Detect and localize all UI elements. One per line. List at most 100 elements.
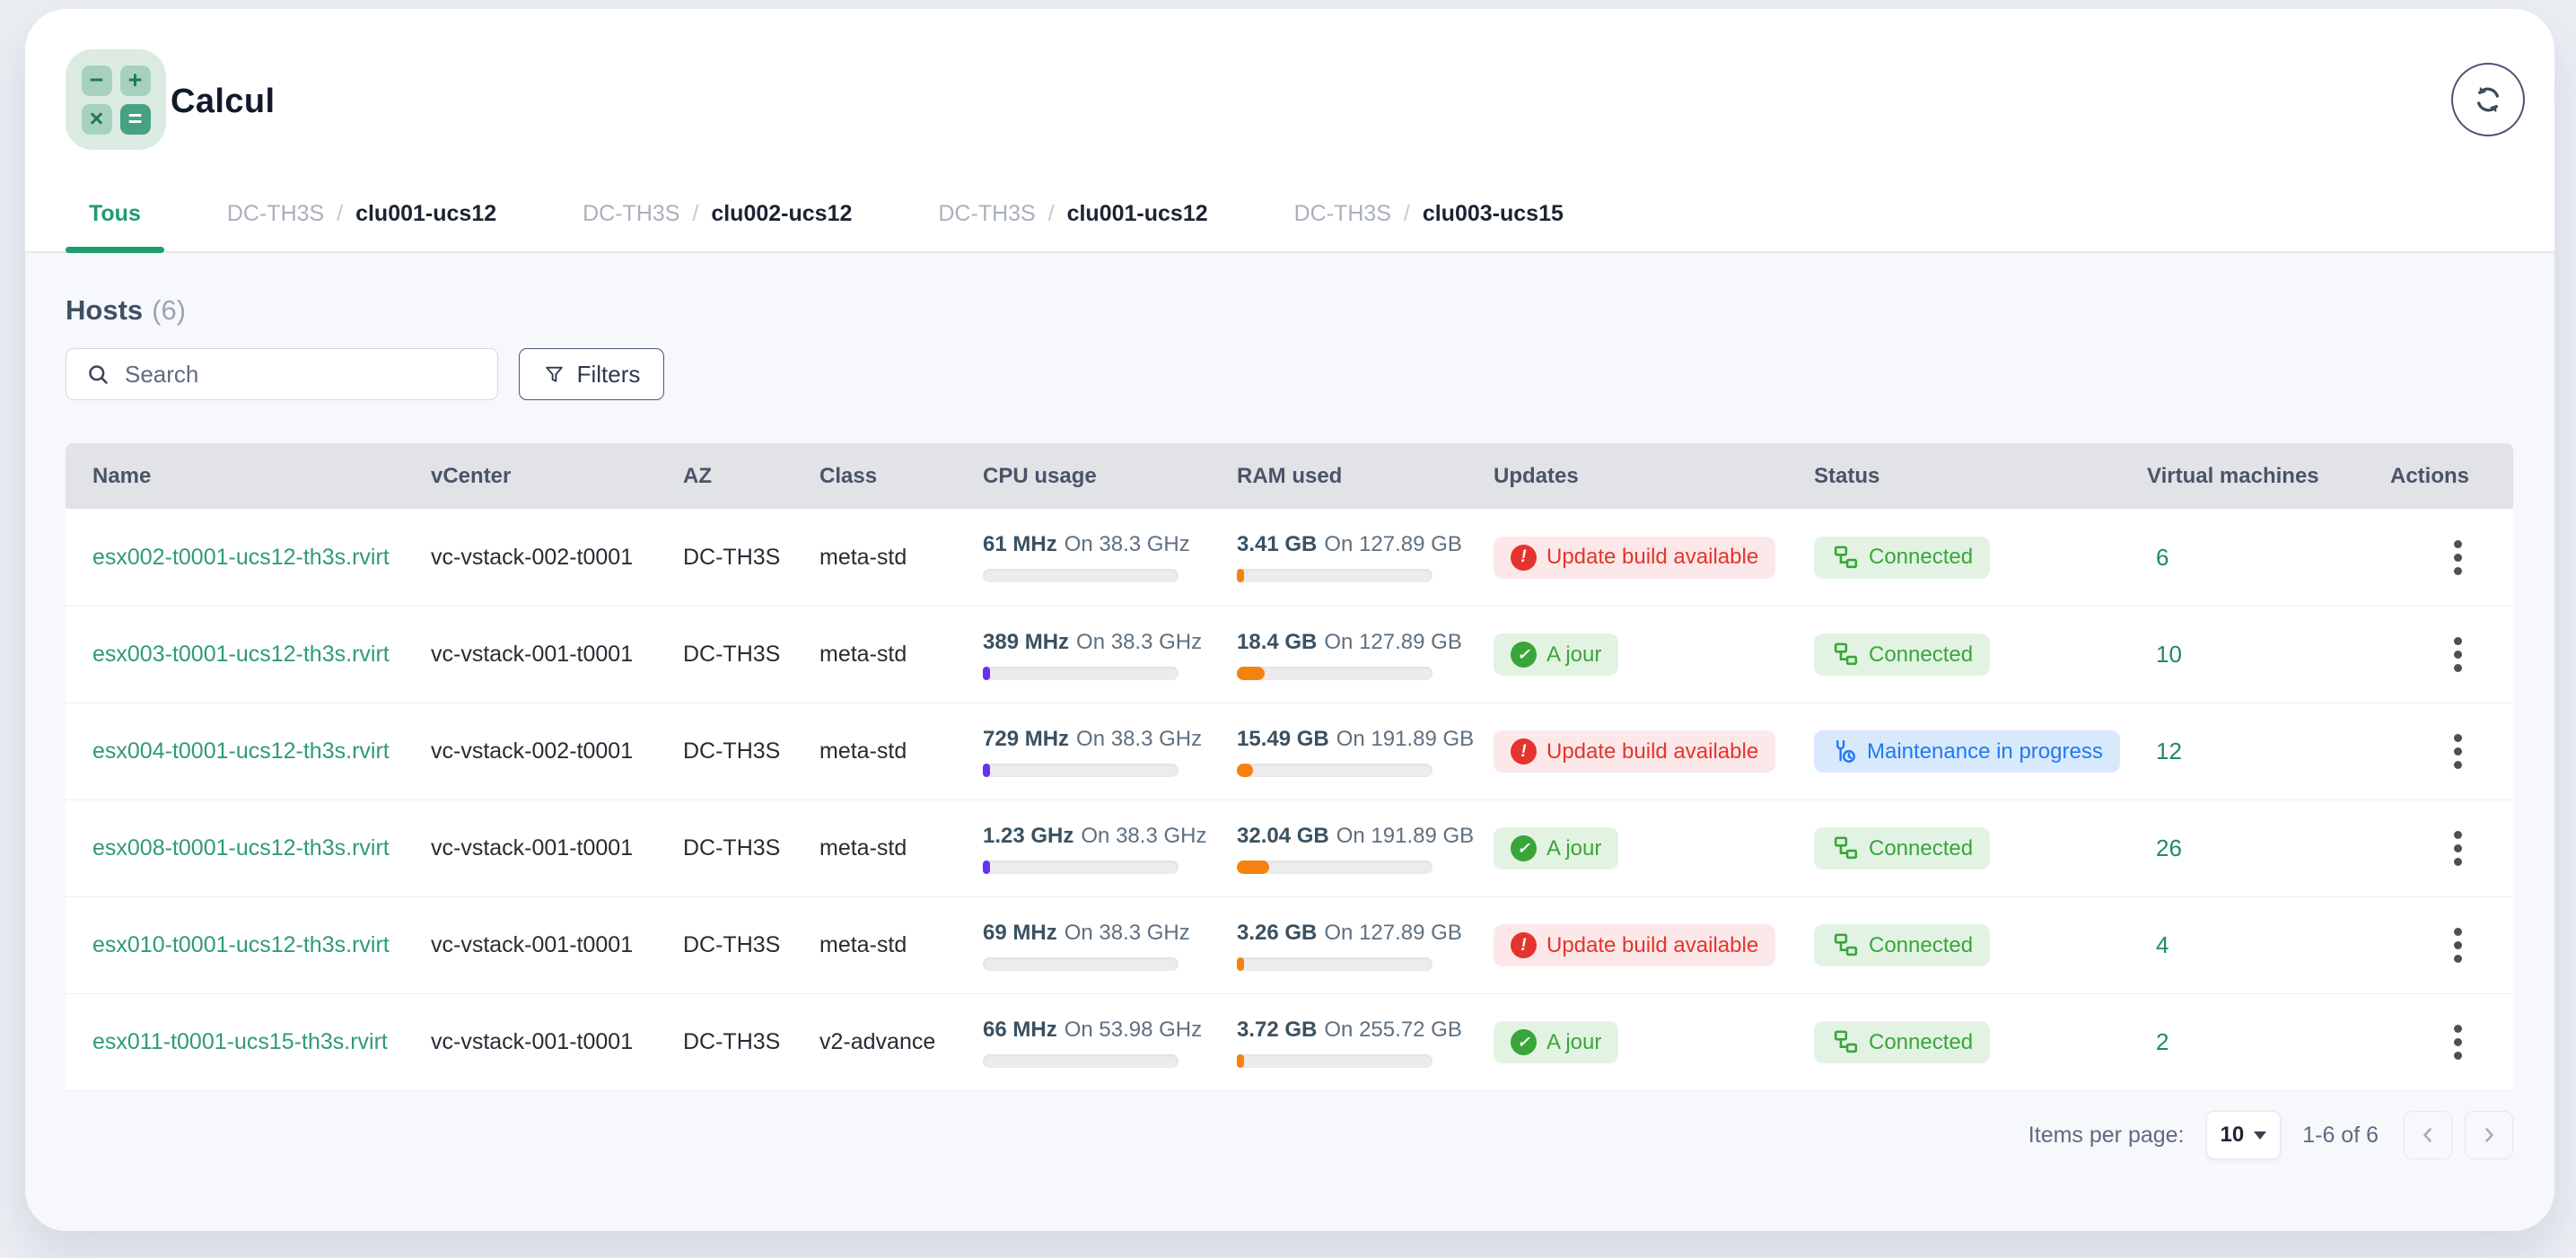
cpu-total-value: On 38.3 GHz [1081, 824, 1206, 848]
cpu-used-value: 61 MHz [983, 532, 1057, 556]
cpu-total-value: On 38.3 GHz [1076, 630, 1202, 654]
column-header-updates: Updates [1467, 443, 1787, 509]
filter-funnel-icon [543, 363, 565, 386]
ram-used-bar [1237, 569, 1433, 582]
cpu-usage-bar [983, 957, 1178, 971]
tab-cluster-name: clu001-ucs12 [1067, 201, 1208, 226]
ram-used-bar-fill [1237, 861, 1269, 874]
row-actions-button[interactable] [2438, 919, 2477, 973]
vm-count-link[interactable]: 2 [2156, 1028, 2169, 1056]
updates-badge: A jour [1494, 827, 1618, 869]
tab-cluster-name: clu002-ucs12 [711, 201, 852, 226]
vm-count-link[interactable]: 10 [2156, 641, 2182, 668]
section-title: Hosts(6) [66, 294, 186, 327]
ram-used-value: 3.26 GB [1237, 921, 1317, 945]
caret-down-icon [2254, 1131, 2266, 1140]
host-name-link[interactable]: esx010-t0001-ucs12-th3s.rvirt [92, 932, 390, 958]
host-name-link[interactable]: esx003-t0001-ucs12-th3s.rvirt [92, 642, 390, 668]
tab-clu002-ucs12[interactable]: DC-TH3S / clu002-ucs12 [559, 201, 875, 251]
chevron-left-icon [2417, 1124, 2439, 1146]
kebab-icon [2454, 928, 2462, 936]
table-row: esx010-t0001-ucs12-th3s.rvirt vc-vstack-… [66, 896, 2513, 993]
vm-count-link[interactable]: 6 [2156, 544, 2169, 572]
updates-badge: Update build available [1494, 730, 1775, 773]
connected-icon [1831, 834, 1859, 862]
tab-datacenter-prefix: DC-TH3S [583, 201, 679, 226]
calcul-panel: − + × = Calcul Tous DC- [25, 9, 2554, 1231]
cpu-used-value: 69 MHz [983, 921, 1057, 945]
next-page-button[interactable] [2465, 1111, 2513, 1159]
ram-used-bar-fill [1237, 1054, 1244, 1068]
refresh-button[interactable] [2451, 63, 2525, 136]
column-header-az: AZ [656, 443, 793, 509]
tab-separator: / [686, 201, 705, 226]
tab-label: Tous [89, 201, 141, 226]
kebab-icon [2454, 637, 2462, 645]
kebab-icon [2454, 734, 2462, 742]
class-value: meta-std [819, 738, 907, 764]
ram-used-value: 3.41 GB [1237, 532, 1317, 556]
az-value: DC-TH3S [683, 642, 780, 668]
ram-used-value: 15.49 GB [1237, 727, 1329, 751]
table-row: esx003-t0001-ucs12-th3s.rvirt vc-vstack-… [66, 606, 2513, 703]
tab-clu003-ucs15[interactable]: DC-TH3S / clu003-ucs15 [1271, 201, 1587, 251]
updates-badge: Update build available [1494, 537, 1775, 579]
search-input[interactable] [125, 349, 497, 399]
maintenance-wrench-icon [1831, 738, 1857, 764]
class-value: meta-std [819, 835, 907, 861]
column-header-cpu-usage: CPU usage [956, 443, 1210, 509]
vm-count-link[interactable]: 26 [2156, 834, 2182, 862]
tab-tous[interactable]: Tous [66, 201, 164, 251]
host-name-link[interactable]: esx004-t0001-ucs12-th3s.rvirt [92, 738, 390, 764]
search-box [66, 348, 498, 400]
cpu-usage-bar [983, 764, 1178, 777]
row-actions-button[interactable] [2438, 530, 2477, 584]
cpu-used-value: 729 MHz [983, 727, 1069, 751]
class-value: v2-advance [819, 1029, 935, 1055]
table-body: esx002-t0001-ucs12-th3s.rvirt vc-vstack-… [66, 509, 2513, 1091]
connected-icon [1831, 544, 1859, 572]
row-actions-button[interactable] [2438, 628, 2477, 682]
tab-clu001-ucs12[interactable]: DC-TH3S / clu001-ucs12 [204, 201, 520, 251]
table-header: NamevCenterAZClassCPU usageRAM usedUpdat… [66, 443, 2513, 509]
host-name-link[interactable]: esx011-t0001-ucs15-th3s.rvirt [92, 1029, 388, 1055]
row-actions-button[interactable] [2438, 822, 2477, 876]
ram-used-value: 3.72 GB [1237, 1018, 1317, 1042]
page-range: 1-6 of 6 [2302, 1123, 2379, 1149]
row-actions-button[interactable] [2438, 1016, 2477, 1070]
previous-page-button[interactable] [2404, 1111, 2452, 1159]
ram-used-bar [1237, 861, 1433, 874]
table-row: esx002-t0001-ucs12-th3s.rvirt vc-vstack-… [66, 509, 2513, 606]
update-status-icon [1511, 835, 1537, 861]
status-label: Connected [1869, 642, 1973, 668]
vm-count-link[interactable]: 4 [2156, 931, 2169, 959]
vm-count-link[interactable]: 12 [2156, 738, 2182, 765]
az-value: DC-TH3S [683, 932, 780, 958]
vcenter-value: vc-vstack-002-t0001 [431, 738, 633, 764]
az-value: DC-TH3S [683, 545, 780, 571]
ram-used-bar-fill [1237, 569, 1244, 582]
row-actions-button[interactable] [2438, 725, 2477, 779]
search-icon [86, 363, 110, 387]
cpu-usage-bar-fill [983, 861, 990, 874]
panel-header: − + × = Calcul Tous DC- [25, 9, 2554, 253]
ram-used-value: 18.4 GB [1237, 630, 1317, 654]
column-header-actions: Actions [2363, 443, 2513, 509]
tab-datacenter-prefix: DC-TH3S [1294, 201, 1391, 226]
az-value: DC-TH3S [683, 738, 780, 764]
host-name-link[interactable]: esx002-t0001-ucs12-th3s.rvirt [92, 545, 390, 571]
page-size-select[interactable]: 10 [2206, 1111, 2282, 1159]
page-size-value: 10 [2221, 1123, 2245, 1148]
kebab-icon [2454, 1025, 2462, 1033]
update-status-icon [1511, 545, 1537, 571]
cpu-usage-bar [983, 861, 1178, 874]
tab-clu001-ucs12[interactable]: DC-TH3S / clu001-ucs12 [915, 201, 1231, 251]
host-name-link[interactable]: esx008-t0001-ucs12-th3s.rvirt [92, 835, 390, 861]
updates-label: Update build available [1546, 545, 1758, 570]
column-header-vcenter: vCenter [404, 443, 656, 509]
tabs: Tous DC-TH3S / clu001-ucs12 DC-TH3S / cl… [66, 201, 1587, 251]
column-header-virtual-machines: Virtual machines [2120, 443, 2363, 509]
filters-button[interactable]: Filters [519, 348, 664, 400]
column-header-ram-used: RAM used [1210, 443, 1467, 509]
column-header-class: Class [793, 443, 956, 509]
